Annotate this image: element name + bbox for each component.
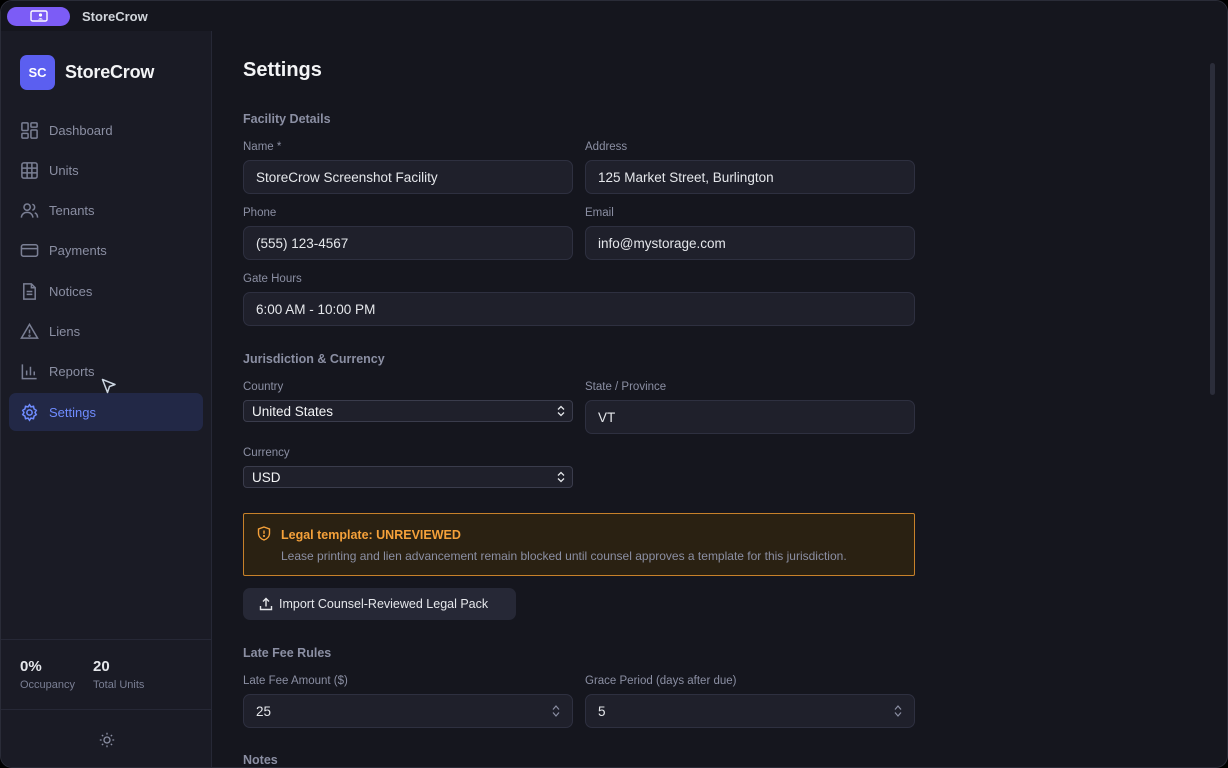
- country-label: Country: [243, 381, 284, 393]
- name-label: Name *: [243, 141, 282, 153]
- email-label: Email: [585, 207, 614, 219]
- sidebar-item-label: Units: [49, 162, 79, 178]
- late-fee-amount-input[interactable]: 25: [243, 694, 573, 728]
- sidebar-item-label: Notices: [49, 283, 93, 299]
- theme-toggle-button[interactable]: [1, 709, 212, 767]
- sidebar: SC StoreCrow Dashboard Units Tenants Pay…: [1, 31, 212, 767]
- sidebar-item-payments[interactable]: Payments: [9, 232, 203, 270]
- import-legal-pack-label: Import Counsel-Reviewed Legal Pack: [279, 597, 489, 611]
- bar-chart-icon: [21, 364, 37, 380]
- title-bar: StoreCrow: [1, 1, 1227, 31]
- sidebar-item-units[interactable]: Units: [9, 151, 203, 189]
- currency-select-value: USD: [252, 469, 281, 485]
- mouse-cursor-icon: [101, 378, 116, 394]
- monitor-user-icon: [29, 10, 48, 22]
- window-title: StoreCrow: [82, 8, 148, 24]
- occupancy-label: Occupancy: [20, 679, 76, 691]
- brand: SC StoreCrow: [20, 55, 154, 90]
- currency-label: Currency: [243, 447, 290, 459]
- total-units-stat: 20 Total Units: [93, 658, 144, 709]
- state-input[interactable]: VT: [585, 400, 915, 434]
- country-select-value: United States: [252, 403, 334, 419]
- select-chevron-icon: [557, 471, 565, 483]
- total-units-label: Total Units: [93, 679, 145, 691]
- address-input[interactable]: 125 Market Street, Burlington: [585, 160, 915, 194]
- legal-template-status: Legal template: UNREVIEWED: [281, 528, 461, 542]
- sidebar-item-liens[interactable]: Liens: [9, 312, 203, 350]
- grace-period-label: Grace Period (days after due): [585, 675, 737, 687]
- sidebar-item-label: Tenants: [49, 203, 95, 219]
- shield-alert-icon: [257, 526, 271, 541]
- sidebar-item-label: Liens: [49, 323, 81, 339]
- facility-name-input[interactable]: StoreCrow Screenshot Facility: [243, 160, 573, 194]
- number-stepper-icon[interactable]: [552, 705, 560, 718]
- sidebar-item-label: Reports: [49, 364, 95, 380]
- credit-card-icon: [20, 244, 39, 258]
- sun-icon: [99, 732, 114, 747]
- grid-icon: [21, 161, 38, 179]
- email-input[interactable]: info@mystorage.com: [585, 226, 915, 260]
- occupancy-value: 0%: [20, 658, 42, 675]
- sidebar-item-label: Payments: [49, 243, 107, 259]
- phone-input[interactable]: (555) 123-4567: [243, 226, 573, 260]
- settings-content: Settings Facility Details Name * StoreCr…: [213, 31, 1217, 767]
- number-stepper-icon[interactable]: [894, 705, 902, 718]
- legal-template-description: Lease printing and lien advancement rema…: [281, 549, 847, 563]
- gate-hours-input[interactable]: 6:00 AM - 10:00 PM: [243, 292, 915, 326]
- state-label: State / Province: [585, 381, 667, 393]
- total-units-value: 20: [93, 658, 110, 675]
- phone-label: Phone: [243, 207, 277, 219]
- country-select[interactable]: United States: [243, 400, 573, 422]
- upload-icon: [259, 597, 273, 611]
- content-scrollbar[interactable]: [1210, 63, 1215, 395]
- gate-hours-label: Gate Hours: [243, 273, 302, 285]
- jurisdiction-heading: Jurisdiction & Currency: [243, 352, 385, 366]
- sidebar-item-dashboard[interactable]: Dashboard: [9, 111, 203, 149]
- sidebar-item-tenants[interactable]: Tenants: [9, 192, 203, 230]
- grace-period-input[interactable]: 5: [585, 694, 915, 728]
- facility-details-heading: Facility Details: [243, 112, 331, 126]
- grace-period-value: 5: [598, 703, 606, 719]
- app-window: StoreCrow SC StoreCrow Dashboard Units T…: [0, 0, 1228, 768]
- currency-select[interactable]: USD: [243, 466, 573, 488]
- notes-heading: Notes: [243, 753, 278, 767]
- sidebar-stats: 0% Occupancy 20 Total Units: [1, 639, 212, 709]
- app-switcher-button[interactable]: [7, 6, 70, 26]
- late-fee-heading: Late Fee Rules: [243, 646, 332, 660]
- brand-logo: SC: [20, 55, 55, 90]
- legal-template-warning: Legal template: UNREVIEWED Lease printin…: [243, 513, 915, 576]
- sidebar-item-label: Dashboard: [49, 122, 113, 138]
- late-fee-amount-label: Late Fee Amount ($): [243, 675, 348, 687]
- users-icon: [20, 203, 39, 218]
- gear-icon: [21, 402, 38, 422]
- late-fee-amount-value: 25: [256, 703, 272, 719]
- sidebar-item-settings[interactable]: Settings: [9, 393, 203, 432]
- address-label: Address: [585, 141, 628, 153]
- document-icon: [23, 282, 36, 300]
- import-legal-pack-button[interactable]: Import Counsel-Reviewed Legal Pack: [243, 588, 516, 620]
- dashboard-icon: [21, 121, 38, 139]
- brand-name: StoreCrow: [65, 62, 155, 82]
- warning-icon: [20, 322, 39, 339]
- sidebar-item-notices[interactable]: Notices: [9, 272, 203, 310]
- select-chevron-icon: [557, 405, 565, 417]
- sidebar-item-label: Settings: [49, 404, 96, 420]
- page-title: Settings: [243, 59, 322, 81]
- occupancy-stat: 0% Occupancy: [20, 658, 75, 709]
